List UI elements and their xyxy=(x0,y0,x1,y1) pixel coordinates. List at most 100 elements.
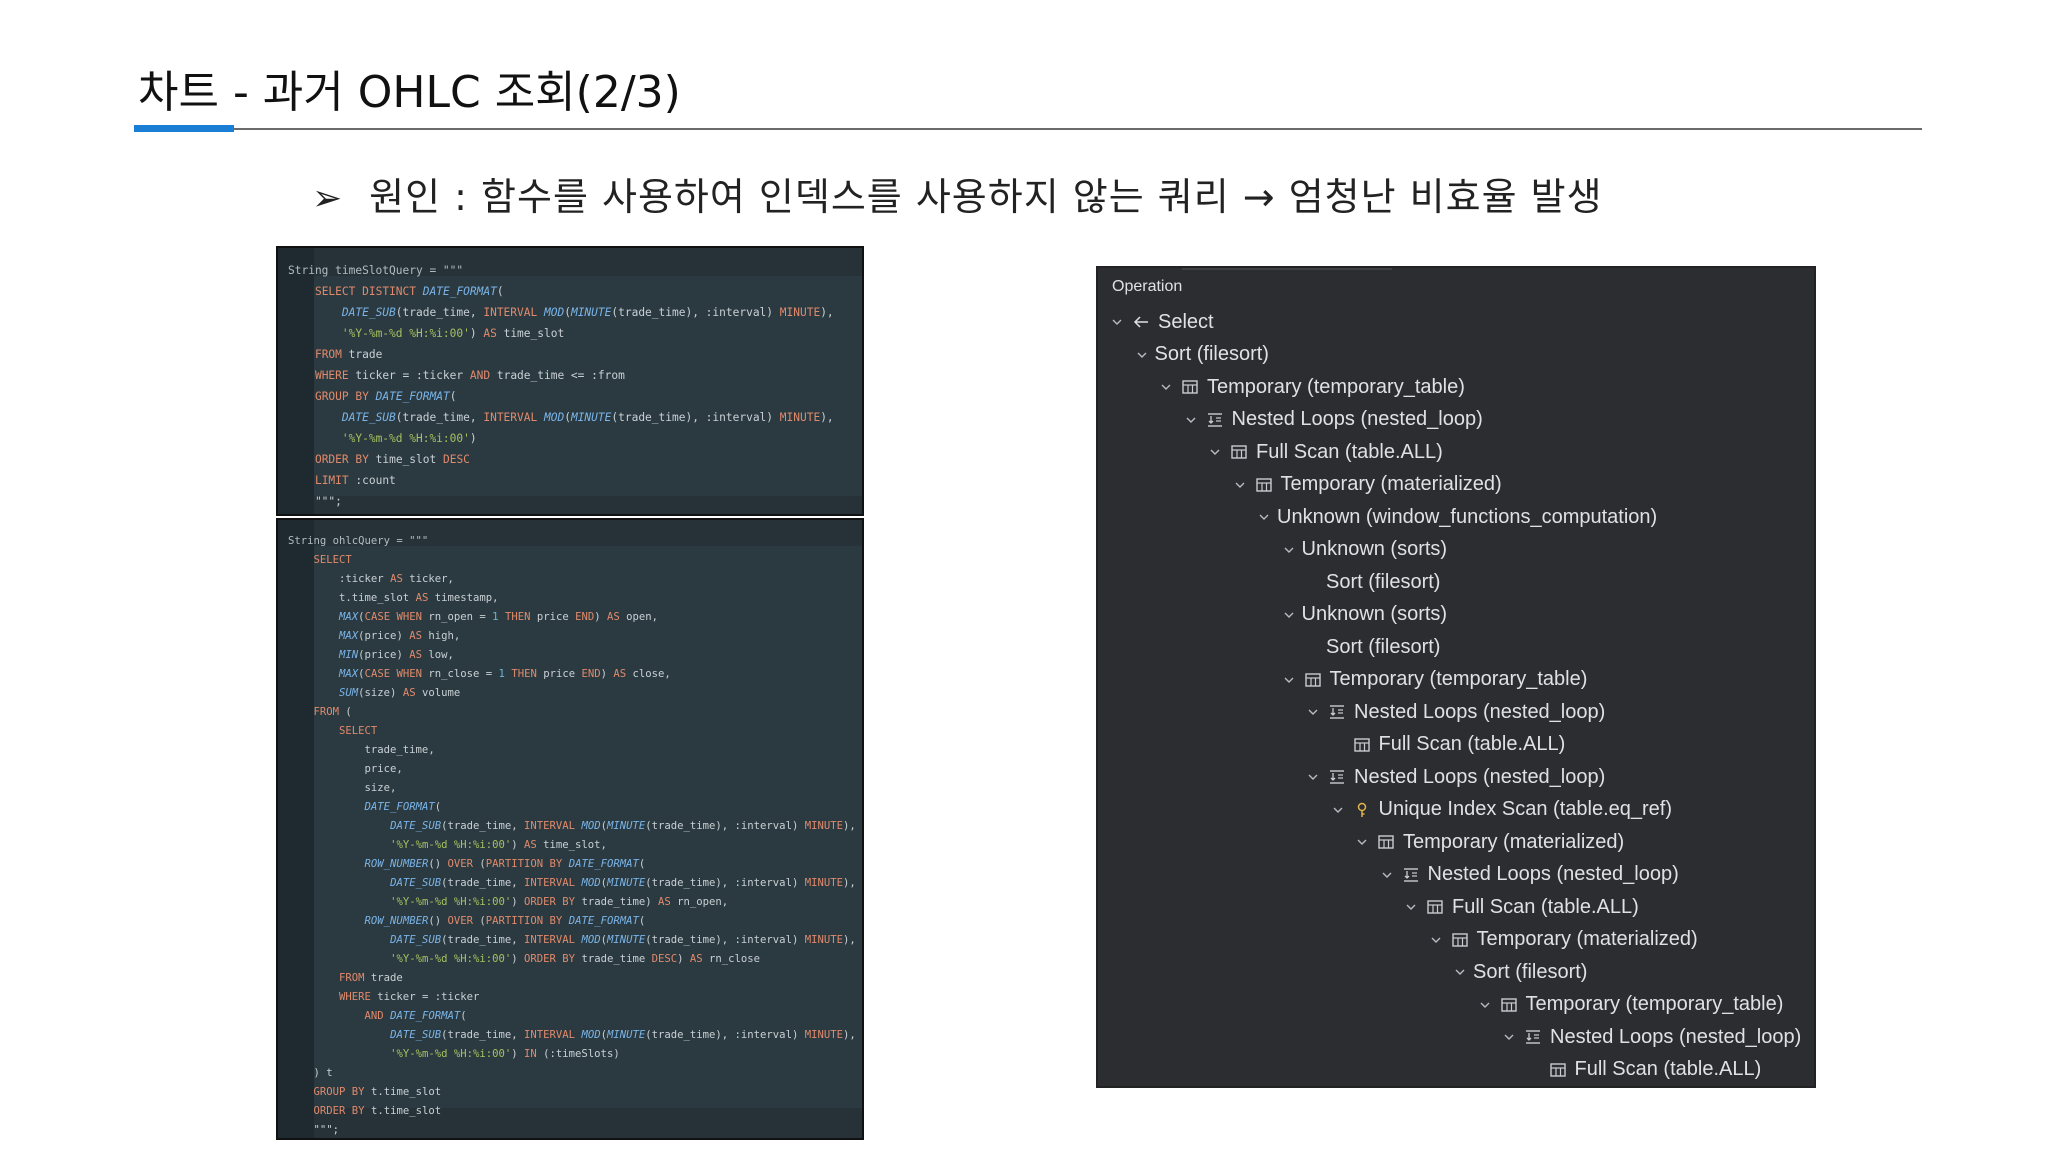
code-line: :ticker AS ticker, xyxy=(288,573,454,585)
code-snippet-ohlc-query: String ohlcQuery = """ SELECT :ticker AS… xyxy=(276,518,864,1140)
plan-tree-row[interactable]: Temporary (materialized) xyxy=(1231,469,1502,501)
chevron-down-icon[interactable] xyxy=(1304,703,1322,721)
plan-tree-row[interactable]: Full Scan (table.ALL) xyxy=(1329,729,1565,761)
chevron-down-icon[interactable] xyxy=(1231,476,1249,494)
code-line: FROM trade xyxy=(339,972,403,984)
plan-row-label: Unknown (sorts) xyxy=(1301,603,1448,625)
plan-row-label: Temporary (materialized) xyxy=(1280,473,1502,495)
chevron-down-icon[interactable] xyxy=(1255,508,1273,526)
plan-tree-row[interactable]: Sort (filesort) xyxy=(1304,631,1440,663)
code-line: SELECT xyxy=(313,554,352,566)
code-line: String timeSlotQuery = """ xyxy=(288,264,464,277)
plan-tree-row[interactable]: Unknown (sorts) xyxy=(1280,599,1448,631)
plan-tree-row[interactable]: Full Scan (table.ALL) xyxy=(1525,1054,1762,1086)
chevron-down-icon[interactable] xyxy=(1451,963,1469,981)
plan-tree-row[interactable]: Nested Loops (nested_loop) xyxy=(1182,404,1483,436)
plan-row-label: Unique Index Scan (table.eq_ref) xyxy=(1378,798,1673,820)
plan-tree-row[interactable]: Nested Loops (nested_loop) xyxy=(1304,761,1605,793)
code-line: AND DATE_FORMAT( xyxy=(364,1010,467,1022)
chevron-down-icon[interactable] xyxy=(1182,411,1200,429)
code-line: DATE_FORMAT( xyxy=(364,801,442,813)
chevron-down-icon[interactable] xyxy=(1353,833,1371,851)
plan-tree-row[interactable]: Full Scan (table.ALL) xyxy=(1402,891,1639,923)
code-line: WHERE ticker = :ticker xyxy=(339,991,480,1003)
plan-row-label: Nested Loops (nested_loop) xyxy=(1231,408,1483,430)
plan-tree-row[interactable]: Nested Loops (nested_loop) xyxy=(1304,696,1605,728)
chevron-down-icon[interactable] xyxy=(1402,898,1420,916)
plan-row-label: Temporary (temporary_table) xyxy=(1525,993,1784,1015)
code-line: WHERE ticker = :ticker AND trade_time <=… xyxy=(314,369,625,382)
plan-row-label: Full Scan (table.ALL) xyxy=(1574,1058,1762,1080)
nested-loop-icon xyxy=(1204,409,1226,431)
code-line: ) t xyxy=(288,1067,333,1079)
code-line: '%Y-%m-%d %H:%i:00') AS time_slot, xyxy=(390,839,607,851)
plan-tree-row[interactable]: Temporary (materialized) xyxy=(1427,924,1698,956)
nested-loop-icon xyxy=(1400,864,1422,886)
chevron-down-icon[interactable] xyxy=(1280,606,1298,624)
code-line: trade_time, xyxy=(288,744,435,756)
code-line: String ohlcQuery = """ xyxy=(288,535,429,547)
subtitle: ➢ 원인 : 함수를 사용하여 인덱스를 사용하지 않는 쿼리 → 엄청난 비효율… xyxy=(312,166,1603,221)
plan-tree-row[interactable]: Sort (filesort) xyxy=(1451,956,1587,988)
code-line: ORDER BY time_slot DESC xyxy=(314,453,470,466)
code-line: SELECT DISTINCT DATE_FORMAT( xyxy=(314,285,504,298)
plan-tree-row[interactable]: Unique Index Scan (table.eq_ref) xyxy=(1329,794,1673,826)
chevron-down-icon[interactable] xyxy=(1280,671,1298,689)
plan-row-label: Temporary (materialized) xyxy=(1476,928,1698,950)
nested-loop-icon xyxy=(1522,1026,1544,1048)
table-icon xyxy=(1449,929,1471,951)
code-line: '%Y-%m-%d %H:%i:00') AS time_slot xyxy=(341,327,565,340)
plan-tree-row[interactable]: Full Scan (table.ALL) xyxy=(1206,436,1443,468)
chevron-down-icon[interactable] xyxy=(1280,541,1298,559)
chevron-down-icon[interactable] xyxy=(1157,378,1175,396)
plan-tree-row[interactable]: Select xyxy=(1108,306,1214,338)
table-icon xyxy=(1547,1059,1569,1081)
code-line: t.time_slot AS timestamp, xyxy=(288,592,499,604)
chevron-down-icon[interactable] xyxy=(1427,931,1445,949)
plan-tree-row[interactable]: Temporary (materialized) xyxy=(1353,826,1624,858)
code-line: ORDER BY t.time_slot xyxy=(313,1105,442,1117)
plan-row-label: Unknown (window_functions_computation) xyxy=(1277,505,1658,528)
plan-tree-row[interactable]: Sort (filesort) xyxy=(1133,339,1269,371)
plan-row-label: Sort (filesort) xyxy=(1473,960,1588,983)
code-line: """; xyxy=(288,495,342,508)
code-line: MAX(CASE WHEN rn_close = 1 THEN price EN… xyxy=(339,668,671,680)
code-line: MIN(price) AS low, xyxy=(339,649,454,661)
plan-row-label: Temporary (materialized) xyxy=(1403,830,1625,853)
plan-tree-row[interactable]: Unknown (sorts) xyxy=(1280,534,1447,566)
chevron-down-icon[interactable] xyxy=(1476,996,1494,1014)
plan-tree-row[interactable]: Nested Loops (nested_loop) xyxy=(1500,1021,1801,1053)
code-line: '%Y-%m-%d %H:%i:00') ORDER BY trade_time… xyxy=(390,896,729,908)
key-icon xyxy=(1351,799,1373,821)
chevron-down-icon[interactable] xyxy=(1108,313,1126,331)
explain-plan-panel: Operation Select Sort (filesort) Temporary… xyxy=(1096,266,1816,1088)
code-line: DATE_SUB(trade_time, INTERVAL MOD(MINUTE… xyxy=(341,306,834,319)
chevron-down-icon[interactable] xyxy=(1500,1028,1518,1046)
chevron-down-icon[interactable] xyxy=(1206,443,1224,461)
plan-row-label: Full Scan (table.ALL) xyxy=(1256,440,1443,463)
code-line: MAX(price) AS high, xyxy=(339,630,461,642)
chevron-down-icon[interactable] xyxy=(1304,768,1322,786)
code-text: String ohlcQuery = """ SELECT :ticker AS… xyxy=(288,532,856,1138)
code-line: ROW_NUMBER() OVER (PARTITION BY DATE_FOR… xyxy=(364,858,646,870)
code-line: size, xyxy=(288,782,397,794)
plan-tree-row[interactable]: Temporary (temporary_table) xyxy=(1476,989,1784,1021)
plan-tree-row[interactable]: Nested Loops (nested_loop) xyxy=(1378,859,1679,891)
code-line: DATE_SUB(trade_time, INTERVAL MOD(MINUTE… xyxy=(390,934,856,946)
plan-tree-row[interactable]: Sort (filesort) xyxy=(1304,566,1440,598)
code-line: GROUP BY DATE_FORMAT( xyxy=(314,390,457,403)
chevron-down-icon[interactable] xyxy=(1378,866,1396,884)
code-line: LIMIT :count xyxy=(314,474,396,487)
plan-tree-row[interactable]: Temporary (temporary_table) xyxy=(1157,371,1465,403)
table-icon xyxy=(1375,831,1397,853)
chevron-down-icon[interactable] xyxy=(1133,346,1151,364)
plan-tree-row[interactable]: Unknown (window_functions_computation) xyxy=(1255,501,1657,533)
plan-tree-row[interactable]: Temporary (temporary_table) xyxy=(1280,664,1587,696)
code-line: DATE_SUB(trade_time, INTERVAL MOD(MINUTE… xyxy=(390,1029,856,1041)
arrow-back-icon xyxy=(1130,311,1152,333)
title-accent-bar xyxy=(134,125,234,132)
chevron-down-icon[interactable] xyxy=(1329,801,1347,819)
plan-row-label: Temporary (temporary_table) xyxy=(1207,375,1465,398)
nested-loop-icon xyxy=(1326,766,1348,788)
table-icon xyxy=(1253,474,1275,496)
